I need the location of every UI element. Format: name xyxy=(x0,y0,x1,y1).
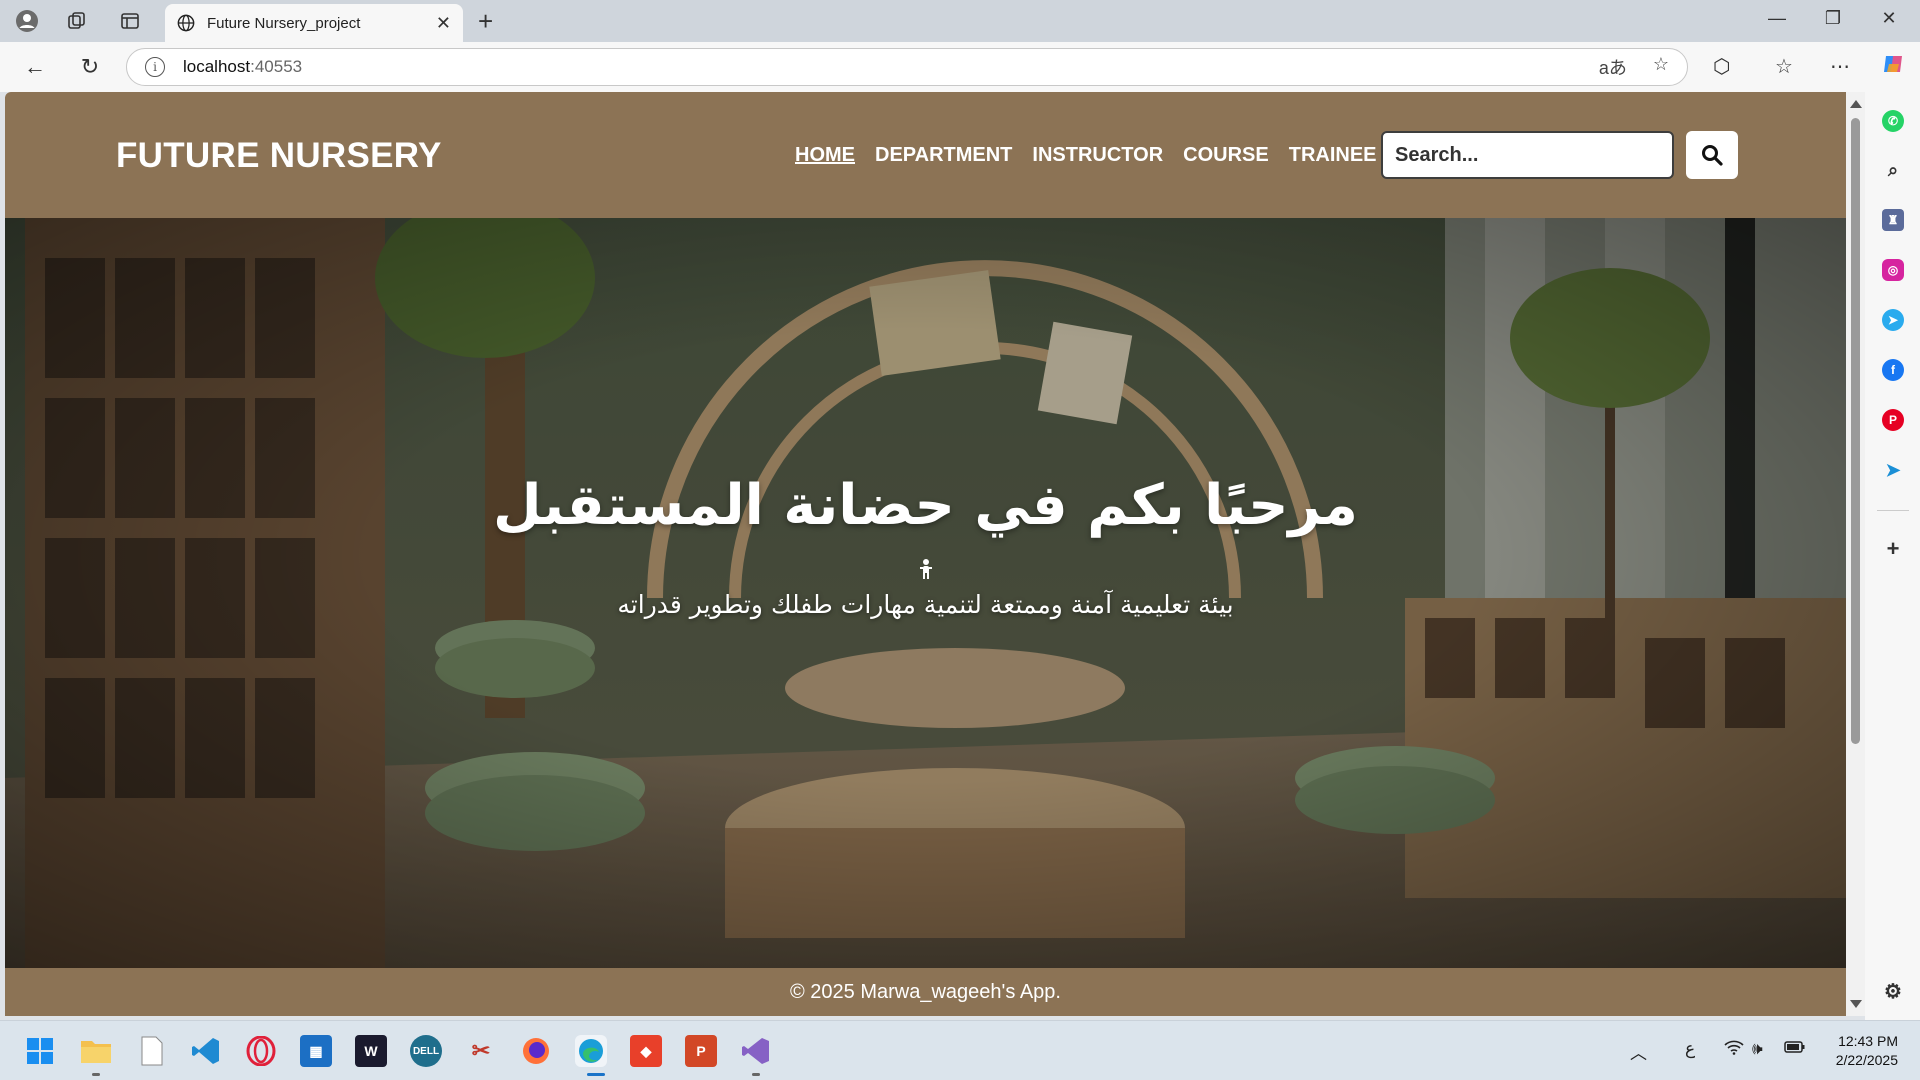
main-nav: HOME DEPARTMENT INSTRUCTOR COURSE TRAINE… xyxy=(795,144,1377,167)
favorites-icon[interactable]: ☆ xyxy=(1775,54,1793,79)
read-aloud-icon[interactable]: aあ xyxy=(1599,54,1627,80)
wifi-icon[interactable] xyxy=(1724,1039,1744,1060)
active-tab[interactable]: Future Nursery_project ✕ xyxy=(165,4,463,42)
address-bar[interactable]: i localhost :40553 aあ ☆ xyxy=(126,48,1688,86)
more-menu-icon[interactable]: ⋯ xyxy=(1830,54,1850,79)
telegram-icon[interactable]: ➤ xyxy=(1882,309,1904,331)
edge-icon[interactable] xyxy=(575,1035,607,1067)
tab-title: Future Nursery_project xyxy=(207,14,361,32)
hero-subtitle: بيئة تعليمية آمنة وممتعة لتنمية مهارات ط… xyxy=(617,590,1234,619)
waves-icon[interactable]: W xyxy=(355,1035,387,1067)
snipping-tool-icon[interactable]: ✂ xyxy=(465,1035,497,1067)
site-brand[interactable]: FUTURE NURSERY xyxy=(116,136,442,176)
scroll-up-icon[interactable] xyxy=(1850,100,1862,108)
file-explorer-icon[interactable] xyxy=(80,1035,112,1067)
search-input[interactable] xyxy=(1381,131,1674,179)
browser-tab-bar: Future Nursery_project ✕ + — ❐ ✕ xyxy=(0,0,1920,42)
minimize-icon[interactable]: — xyxy=(1762,8,1792,29)
url-port: :40553 xyxy=(250,57,303,76)
profile-icon[interactable] xyxy=(14,8,40,34)
search-icon[interactable]: ⌕ xyxy=(1882,159,1904,181)
url-host: localhost xyxy=(183,57,251,76)
nav-home[interactable]: HOME xyxy=(795,144,855,167)
back-icon[interactable]: ← xyxy=(20,52,50,82)
new-tab-icon[interactable]: + xyxy=(478,6,493,37)
dell-icon[interactable]: DELL xyxy=(410,1035,442,1067)
search-icon xyxy=(1702,145,1723,166)
store-icon[interactable]: ▦ xyxy=(300,1035,332,1067)
clock-time: 12:43 PM xyxy=(1838,1033,1898,1049)
volume-icon[interactable]: 🕪 xyxy=(1752,1039,1763,1059)
nav-department[interactable]: DEPARTMENT xyxy=(875,144,1012,167)
hero-section: مرحبًا بكم في حضانة المستقبل بيئة تعليمي… xyxy=(5,218,1846,968)
send-icon[interactable]: ➤ xyxy=(1882,459,1904,481)
active-app-indicator xyxy=(587,1073,605,1076)
scroll-down-icon[interactable] xyxy=(1850,1000,1862,1008)
games-icon[interactable]: ♜ xyxy=(1882,209,1904,231)
page-viewport: FUTURE NURSERY HOME DEPARTMENT INSTRUCTO… xyxy=(5,92,1846,1016)
vscode-icon[interactable] xyxy=(190,1035,222,1067)
sidebar-divider xyxy=(1877,510,1909,511)
battery-icon[interactable] xyxy=(1784,1039,1806,1059)
pinterest-icon[interactable]: P xyxy=(1882,409,1904,431)
copilot-icon[interactable] xyxy=(1880,50,1908,84)
close-tab-icon[interactable]: ✕ xyxy=(436,13,451,34)
visual-studio-icon[interactable] xyxy=(740,1035,772,1067)
globe-icon xyxy=(177,14,195,32)
site-header: FUTURE NURSERY HOME DEPARTMENT INSTRUCTO… xyxy=(5,92,1846,218)
instagram-icon[interactable]: ◎ xyxy=(1882,259,1904,281)
browser-toolbar: ← ↻ i localhost :40553 aあ ☆ ⬡ ☆ ⋯ xyxy=(0,42,1920,92)
running-indicator xyxy=(92,1073,100,1076)
site-footer: © 2025 Marwa_wageeh's App. xyxy=(5,968,1846,1016)
page-scrollbar[interactable] xyxy=(1846,92,1865,1016)
close-window-icon[interactable]: ✕ xyxy=(1874,8,1904,29)
whatsapp-icon[interactable]: ✆ xyxy=(1882,110,1904,132)
nav-course[interactable]: COURSE xyxy=(1183,144,1269,167)
input-language[interactable]: ع xyxy=(1685,1039,1695,1059)
notepad-icon[interactable] xyxy=(136,1035,168,1067)
nav-instructor[interactable]: INSTRUCTOR xyxy=(1032,144,1163,167)
nav-trainee[interactable]: TRAINEE xyxy=(1289,144,1377,167)
powerpoint-icon[interactable]: P xyxy=(685,1035,717,1067)
scrollbar-thumb[interactable] xyxy=(1851,118,1860,744)
child-icon xyxy=(920,559,932,579)
start-icon[interactable] xyxy=(24,1035,56,1067)
clock-date: 2/22/2025 xyxy=(1835,1052,1898,1068)
footer-copyright: © 2025 Marwa_wageeh's App. xyxy=(790,980,1061,1003)
extensions-icon[interactable]: ⬡ xyxy=(1713,54,1730,79)
restore-icon[interactable]: ❐ xyxy=(1818,8,1848,29)
favorite-star-icon[interactable]: ☆ xyxy=(1653,54,1669,80)
running-indicator xyxy=(752,1073,760,1076)
workspaces-icon[interactable] xyxy=(64,8,90,34)
system-clock[interactable]: 12:43 PM 2/22/2025 xyxy=(1836,1032,1898,1070)
search-button[interactable] xyxy=(1686,131,1738,179)
edge-sidebar: ✆ ⌕ ♜ ◎ ➤ f P ➤ + ⚙ xyxy=(1865,92,1920,1020)
anydesk-icon[interactable]: ◆ xyxy=(630,1035,662,1067)
reload-icon[interactable]: ↻ xyxy=(75,52,105,82)
hero-title: مرحبًا بكم في حضانة المستقبل xyxy=(493,473,1358,538)
show-hidden-icons-icon[interactable]: ︿ xyxy=(1630,1039,1647,1064)
settings-icon[interactable]: ⚙ xyxy=(1882,980,1904,1003)
windows-taskbar: ▦ W DELL ✂ ◆ P ︿ ع 🕪 12:43 PM 2/22/2025 xyxy=(0,1020,1920,1080)
firefox-icon[interactable] xyxy=(520,1035,552,1067)
tab-actions-icon[interactable] xyxy=(117,8,143,34)
opera-icon[interactable] xyxy=(245,1035,277,1067)
site-info-icon[interactable]: i xyxy=(145,57,165,77)
facebook-icon[interactable]: f xyxy=(1882,359,1904,381)
add-icon[interactable]: + xyxy=(1882,536,1904,561)
